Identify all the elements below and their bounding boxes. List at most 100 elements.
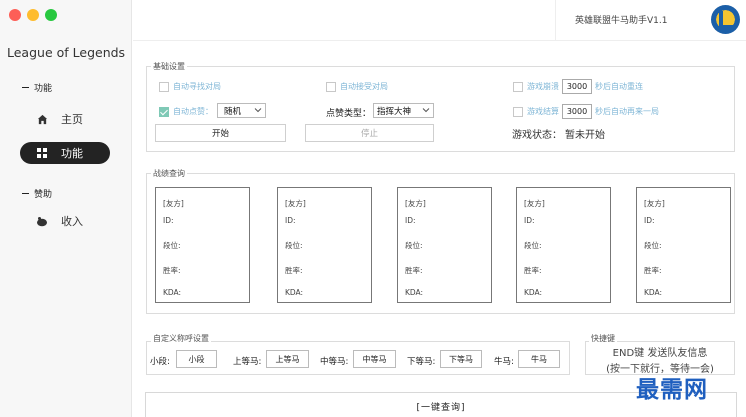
nickname-label: 上等马: bbox=[233, 357, 262, 367]
checkbox[interactable] bbox=[326, 81, 336, 92]
option-suffix: 秒后自动再来一局 bbox=[595, 107, 659, 116]
window-controls bbox=[9, 9, 57, 21]
player-kda: KDA: bbox=[644, 288, 663, 297]
player-card: [友方] ID: 段位: 胜率: KDA: bbox=[516, 187, 611, 303]
auto-requeue-option[interactable]: 游戏结算 3000 秒后自动再来一局 bbox=[513, 104, 659, 119]
player-kda: KDA: bbox=[405, 288, 424, 297]
checkbox[interactable] bbox=[513, 106, 523, 117]
sidebar-group-label: 赞助 bbox=[34, 190, 53, 200]
auto-find-match-option[interactable]: 自动寻找对局 bbox=[159, 81, 221, 92]
sidebar-item-home[interactable]: 主页 bbox=[20, 108, 110, 130]
nickname-input[interactable]: 小段 bbox=[176, 350, 217, 368]
player-kda: KDA: bbox=[285, 288, 304, 297]
option-label: 自动寻找对局 bbox=[173, 82, 221, 91]
player-rank: 段位: bbox=[644, 241, 662, 250]
crash-reconnect-option[interactable]: 游戏崩溃 3000 秒后自动重连 bbox=[513, 79, 643, 94]
player-id: ID: bbox=[524, 216, 535, 225]
game-status-value: 暂未开始 bbox=[565, 130, 605, 141]
player-card: [友方] ID: 段位: 胜率: KDA: bbox=[155, 187, 250, 303]
requeue-seconds-input[interactable]: 3000 bbox=[562, 104, 592, 119]
panel-title: 自定义称呼设置 bbox=[151, 333, 211, 344]
sidebar: League of Legends 功能 主页 功能 赞助 收入 bbox=[0, 0, 132, 417]
option-suffix: 秒后自动重连 bbox=[595, 82, 643, 91]
auto-accept-match-option[interactable]: 自动接受对局 bbox=[326, 81, 388, 92]
lol-logo-icon bbox=[711, 5, 740, 34]
sidebar-group-features: 功能 bbox=[22, 81, 52, 94]
player-winrate: 胜率: bbox=[405, 266, 423, 275]
player-id: ID: bbox=[285, 216, 296, 225]
auto-like-option[interactable]: 自动点赞： bbox=[159, 106, 213, 117]
panel-title: 快捷键 bbox=[589, 333, 617, 344]
player-card: [友方] ID: 段位: 胜率: KDA: bbox=[277, 187, 372, 303]
close-window-button[interactable] bbox=[9, 9, 21, 21]
player-kda: KDA: bbox=[524, 288, 543, 297]
game-status: 游戏状态： 暂未开始 bbox=[512, 126, 605, 141]
player-id: ID: bbox=[405, 216, 416, 225]
player-rank: 段位: bbox=[285, 241, 303, 250]
player-card: [友方] ID: 段位: 胜率: KDA: bbox=[636, 187, 731, 303]
chevron-down-icon bbox=[422, 108, 430, 113]
dash-icon bbox=[22, 86, 29, 89]
player-id: ID: bbox=[644, 216, 655, 225]
player-card: [友方] ID: 段位: 胜率: KDA: bbox=[397, 187, 492, 303]
sidebar-item-label: 功能 bbox=[61, 147, 83, 160]
player-side: [友方] bbox=[405, 199, 426, 208]
player-rank: 段位: bbox=[163, 241, 181, 250]
option-label: 自动点赞： bbox=[173, 107, 213, 116]
select-value: 随机 bbox=[224, 106, 242, 117]
crash-seconds-input[interactable]: 3000 bbox=[562, 79, 592, 94]
player-side: [友方] bbox=[163, 199, 184, 208]
sidebar-item-label: 主页 bbox=[61, 113, 83, 126]
like-type-select[interactable]: 指挥大神 bbox=[373, 103, 434, 118]
app-title: League of Legends bbox=[7, 45, 126, 60]
player-winrate: 胜率: bbox=[524, 266, 542, 275]
chevron-down-icon bbox=[254, 108, 262, 113]
sidebar-item-label: 收入 bbox=[61, 215, 83, 228]
app-version: 英雄联盟牛马助手V1.1 bbox=[575, 16, 668, 26]
maximize-window-button[interactable] bbox=[45, 9, 57, 21]
checkbox[interactable] bbox=[513, 81, 523, 92]
player-kda: KDA: bbox=[163, 288, 182, 297]
nickname-input[interactable]: 上等马 bbox=[266, 350, 309, 368]
checkbox[interactable] bbox=[159, 81, 169, 92]
player-winrate: 胜率: bbox=[163, 266, 181, 275]
player-rank: 段位: bbox=[524, 241, 542, 250]
nickname-input[interactable]: 下等马 bbox=[440, 350, 482, 368]
home-icon bbox=[35, 112, 49, 126]
nickname-label: 下等马: bbox=[407, 357, 436, 367]
player-rank: 段位: bbox=[405, 241, 423, 250]
nickname-label: 中等马: bbox=[320, 357, 349, 367]
player-winrate: 胜率: bbox=[285, 266, 303, 275]
player-side: [友方] bbox=[285, 199, 306, 208]
nickname-label: 牛马: bbox=[494, 357, 514, 367]
player-winrate: 胜率: bbox=[644, 266, 662, 275]
panel-title: 基础设置 bbox=[151, 61, 187, 72]
like-target-select[interactable]: 随机 bbox=[217, 103, 266, 118]
nickname-input[interactable]: 中等马 bbox=[353, 350, 396, 368]
like-type-label: 点赞类型： bbox=[326, 109, 372, 119]
checkbox[interactable] bbox=[159, 106, 169, 117]
nickname-input[interactable]: 牛马 bbox=[518, 350, 560, 368]
panel-title: 战绩查询 bbox=[151, 168, 187, 179]
piggy-bank-icon bbox=[35, 214, 49, 228]
sidebar-group-sponsor: 赞助 bbox=[22, 187, 52, 200]
header-underline bbox=[133, 40, 746, 41]
player-side: [友方] bbox=[524, 199, 545, 208]
sidebar-item-features[interactable]: 功能 bbox=[20, 142, 110, 164]
sidebar-item-income[interactable]: 收入 bbox=[20, 210, 110, 232]
watermark-logo: 最需网 bbox=[636, 377, 708, 403]
player-id: ID: bbox=[163, 216, 174, 225]
player-side: [友方] bbox=[644, 199, 665, 208]
stop-button[interactable]: 停止 bbox=[305, 124, 434, 142]
grid-icon bbox=[35, 146, 49, 160]
select-value: 指挥大神 bbox=[377, 106, 412, 117]
start-button[interactable]: 开始 bbox=[155, 124, 286, 142]
header-divider bbox=[555, 0, 556, 40]
game-status-label: 游戏状态： bbox=[512, 130, 562, 141]
hotkey-description: END键 发送队友信息 bbox=[612, 348, 708, 359]
option-label: 自动接受对局 bbox=[340, 82, 388, 91]
sidebar-group-label: 功能 bbox=[34, 84, 53, 94]
option-label: 游戏结算 bbox=[527, 107, 559, 116]
minimize-window-button[interactable] bbox=[27, 9, 39, 21]
option-label: 游戏崩溃 bbox=[527, 82, 559, 91]
